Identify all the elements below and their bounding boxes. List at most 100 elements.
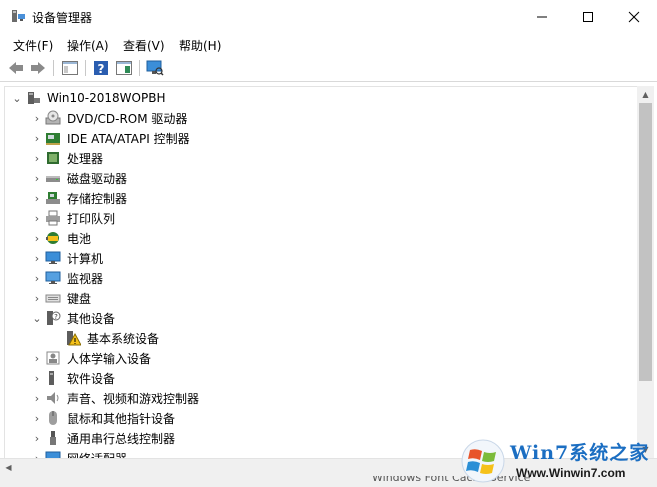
printer-icon [45, 210, 61, 226]
tree-item-label: 基本系统设备 [87, 331, 160, 346]
tree-category[interactable]: › 计算机 [29, 248, 103, 268]
chevron-right-icon[interactable]: › [29, 288, 45, 308]
chevron-right-icon[interactable]: › [29, 148, 45, 168]
svg-text:?: ? [54, 313, 58, 321]
show-hide-console-tree-button[interactable] [61, 59, 79, 77]
chevron-right-icon[interactable]: › [29, 408, 45, 428]
help-icon: ? [94, 61, 108, 76]
tree-category[interactable]: › 键盘 [29, 288, 91, 308]
chevron-right-icon[interactable]: › [29, 388, 45, 408]
chevron-right-icon[interactable]: › [29, 208, 45, 228]
chevron-right-icon[interactable]: › [29, 428, 45, 448]
tree-category[interactable]: › 存储控制器 [29, 188, 127, 208]
scroll-left-icon[interactable]: ◀ [0, 459, 17, 476]
tree-category[interactable]: › 通用串行总线控制器 [29, 428, 175, 448]
toolbar-separator [53, 60, 54, 76]
tree-category[interactable]: › 软件设备 [29, 368, 115, 388]
chevron-right-icon[interactable]: › [29, 248, 45, 268]
tree-item-label: IDE ATA/ATAPI 控制器 [67, 131, 190, 146]
scan-hardware-button[interactable] [146, 59, 164, 77]
tree-category[interactable]: › 监视器 [29, 268, 103, 288]
tree-item-label: 鼠标和其他指针设备 [67, 411, 176, 426]
tree-item-label: 其他设备 [67, 311, 116, 326]
tree-item-label: 磁盘驱动器 [67, 171, 128, 186]
properties-icon [116, 61, 132, 75]
tree-item-label: 电池 [67, 231, 92, 246]
toolbar-separator [85, 60, 86, 76]
chevron-right-icon[interactable]: › [29, 368, 45, 388]
title-bar: 设备管理器 [0, 0, 657, 33]
scrollbar-thumb[interactable] [639, 103, 652, 381]
tree-category[interactable]: › 磁盘驱动器 [29, 168, 127, 188]
chevron-down-icon[interactable]: ⌄ [9, 88, 25, 108]
tree-category[interactable]: › 人体学输入设备 [29, 348, 151, 368]
chevron-right-icon[interactable]: › [29, 188, 45, 208]
arrow-left-icon [9, 62, 23, 74]
minimize-icon [537, 16, 547, 17]
tree-category[interactable]: › DVD/CD-ROM 驱动器 [29, 108, 187, 128]
maximize-button[interactable] [565, 0, 611, 33]
tree-category[interactable]: › 打印队列 [29, 208, 115, 228]
vertical-scrollbar[interactable]: ▲ ▼ [637, 86, 654, 458]
tree-item-label: 存储控制器 [67, 191, 128, 206]
arrow-right-icon [31, 62, 45, 74]
hid-icon [45, 350, 61, 366]
chevron-right-icon[interactable]: › [29, 168, 45, 188]
tree-category[interactable]: › IDE ATA/ATAPI 控制器 [29, 128, 190, 148]
tree-item-label: 通用串行总线控制器 [67, 431, 176, 446]
scan-monitor-icon [146, 60, 164, 76]
chevron-right-icon[interactable]: › [29, 348, 45, 368]
close-button[interactable] [611, 0, 657, 33]
tree-item-label: 软件设备 [67, 371, 116, 386]
menu-view[interactable]: 查看(V) [123, 37, 165, 54]
svg-text:?: ? [98, 62, 105, 76]
tree-root-label: Win10-2018WOPBH [47, 91, 166, 105]
tree-item-label: 处理器 [67, 151, 104, 166]
computer-icon [45, 250, 61, 266]
chevron-right-icon[interactable]: › [29, 108, 45, 128]
chevron-down-icon[interactable]: ⌄ [29, 308, 45, 328]
chevron-right-icon[interactable]: › [29, 128, 45, 148]
chevron-right-icon[interactable]: › [29, 268, 45, 288]
sound-icon [45, 390, 61, 406]
tree-root[interactable]: ⌄ Win10-2018WOPBH [9, 88, 165, 108]
monitor-icon [45, 270, 61, 286]
toolbar: ? [0, 55, 657, 82]
tree-category[interactable]: › 处理器 [29, 148, 103, 168]
watermark-url: Www.Winwin7.com [516, 466, 626, 480]
tree-item-label: 监视器 [67, 271, 104, 286]
device-manager-app-icon [10, 8, 26, 24]
chevron-right-icon[interactable]: › [29, 228, 45, 248]
back-button[interactable] [7, 59, 25, 77]
ide-controller-icon [45, 130, 61, 146]
tree-category[interactable]: › 声音、视频和游戏控制器 [29, 388, 199, 408]
usb-icon [45, 430, 61, 446]
tree-item-label: 人体学输入设备 [67, 351, 152, 366]
menu-action[interactable]: 操作(A) [67, 37, 109, 54]
toolbar-separator [139, 60, 140, 76]
computer-root-icon [25, 90, 41, 106]
help-button[interactable]: ? [92, 59, 110, 77]
tree-item-label: 打印队列 [67, 211, 116, 226]
forward-button[interactable] [29, 59, 47, 77]
tree-category[interactable]: › 鼠标和其他指针设备 [29, 408, 175, 428]
scroll-up-icon[interactable]: ▲ [637, 86, 654, 103]
tree-child-item[interactable]: 基本系统设备 [65, 328, 159, 348]
console-tree-icon [62, 61, 78, 75]
tree-category[interactable]: › 电池 [29, 228, 91, 248]
storage-controller-icon [45, 190, 61, 206]
mouse-icon [45, 410, 61, 426]
tree-item-label: 声音、视频和游戏控制器 [67, 391, 200, 406]
properties-button[interactable] [115, 59, 133, 77]
keyboard-icon [45, 290, 61, 306]
close-icon [628, 11, 640, 22]
menu-help[interactable]: 帮助(H) [179, 37, 221, 54]
warning-device-icon [65, 330, 81, 346]
tree-category[interactable]: ⌄? 其他设备 [29, 308, 115, 328]
menu-file[interactable]: 文件(F) [13, 37, 53, 54]
menu-bar: 文件(F) 操作(A) 查看(V) 帮助(H) [0, 33, 657, 55]
minimize-button[interactable] [519, 0, 565, 33]
processor-icon [45, 150, 61, 166]
other-devices-icon: ? [45, 310, 61, 326]
battery-icon [45, 230, 61, 246]
